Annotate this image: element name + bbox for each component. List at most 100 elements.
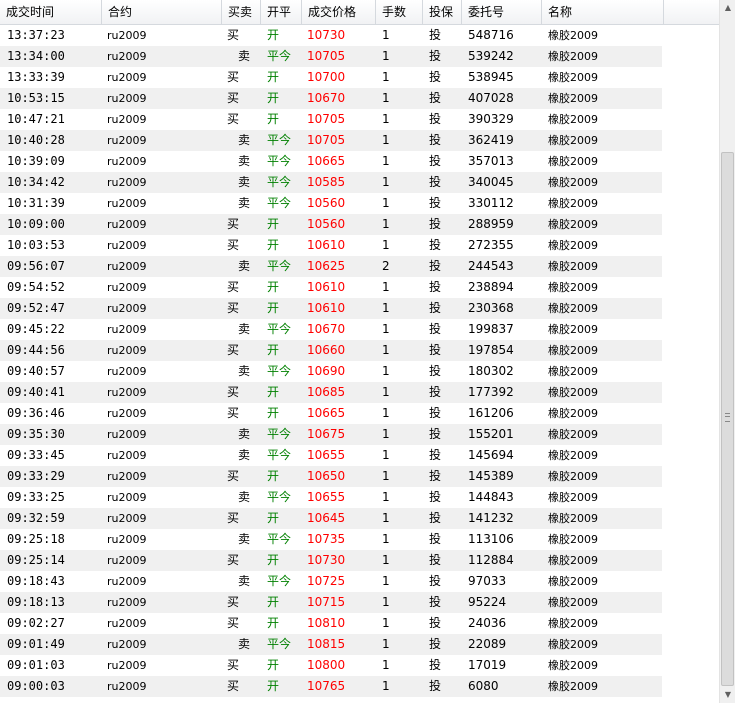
cell-time: 09:45:22: [7, 322, 65, 336]
scroll-up-arrow-icon[interactable]: ▲: [720, 0, 735, 16]
cell-side: 买: [227, 385, 240, 399]
cell-contract: ru2009: [107, 29, 147, 42]
table-row[interactable]: 13:37:23 ru2009 买 开 10730 1 投 548716 橡胶2009: [0, 25, 719, 46]
cell-name: 橡胶2009: [548, 260, 598, 273]
cell-side: 买: [227, 112, 240, 126]
cell-price: 10810: [307, 616, 346, 630]
cell-open-close: 平今: [267, 490, 292, 504]
cell-price: 10610: [307, 238, 346, 252]
table-row[interactable]: 09:01:03 ru2009 买 开 10800 1 投 17019 橡胶2009: [0, 655, 719, 676]
column-header-time[interactable]: 成交时间: [0, 0, 102, 24]
scroll-down-arrow-icon[interactable]: ▼: [720, 687, 735, 703]
cell-price: 10815: [307, 637, 346, 651]
cell-hedge: 投: [429, 511, 442, 525]
cell-name: 橡胶2009: [548, 533, 598, 546]
table-row[interactable]: 09:18:13 ru2009 买 开 10715 1 投 95224 橡胶2009: [0, 592, 719, 613]
cell-price: 10610: [307, 280, 346, 294]
table-row[interactable]: 09:25:14 ru2009 买 开 10730 1 投 112884 橡胶2009: [0, 550, 719, 571]
table-row[interactable]: 09:02:27 ru2009 买 开 10810 1 投 24036 橡胶2009: [0, 613, 719, 634]
cell-time: 09:32:59: [7, 511, 65, 525]
table-row[interactable]: 10:34:42 ru2009 卖 平今 10585 1 投 340045 橡胶2009: [0, 172, 719, 193]
cell-qty: 1: [382, 448, 390, 462]
column-header-contract[interactable]: 合约: [102, 0, 222, 24]
cell-open-close: 平今: [267, 49, 292, 63]
table-row[interactable]: 09:32:59 ru2009 买 开 10645 1 投 141232 橡胶2009: [0, 508, 719, 529]
table-row[interactable]: 09:44:56 ru2009 买 开 10660 1 投 197854 橡胶2009: [0, 340, 719, 361]
cell-order-no: 357013: [468, 154, 514, 168]
cell-name: 橡胶2009: [548, 134, 598, 147]
column-header-qty[interactable]: 手数: [376, 0, 423, 24]
table-row[interactable]: 09:40:57 ru2009 卖 平今 10690 1 投 180302 橡胶2009: [0, 361, 719, 382]
cell-time: 09:54:52: [7, 280, 65, 294]
cell-name: 橡胶2009: [548, 302, 598, 315]
cell-time: 10:39:09: [7, 154, 65, 168]
table-row[interactable]: 09:25:18 ru2009 卖 平今 10735 1 投 113106 橡胶2009: [0, 529, 719, 550]
cell-hedge: 投: [429, 637, 442, 651]
cell-qty: 1: [382, 28, 390, 42]
cell-hedge: 投: [429, 616, 442, 630]
column-header-price[interactable]: 成交价格: [302, 0, 376, 24]
cell-side: 卖: [238, 49, 251, 63]
cell-name: 橡胶2009: [548, 449, 598, 462]
table-row[interactable]: 09:00:03 ru2009 买 开 10765 1 投 6080 橡胶2009: [0, 676, 719, 697]
table-row[interactable]: 10:53:15 ru2009 买 开 10670 1 投 407028 橡胶2009: [0, 88, 719, 109]
cell-order-no: 155201: [468, 427, 514, 441]
table-row[interactable]: 10:39:09 ru2009 卖 平今 10665 1 投 357013 橡胶2009: [0, 151, 719, 172]
column-header-hedge[interactable]: 投保: [423, 0, 462, 24]
cell-contract: ru2009: [107, 92, 147, 105]
vertical-scrollbar[interactable]: ▲ ▼: [719, 0, 735, 703]
cell-name: 橡胶2009: [548, 386, 598, 399]
table-row[interactable]: 10:31:39 ru2009 卖 平今 10560 1 投 330112 橡胶2009: [0, 193, 719, 214]
table-row[interactable]: 09:33:45 ru2009 卖 平今 10655 1 投 145694 橡胶2009: [0, 445, 719, 466]
cell-contract: ru2009: [107, 428, 147, 441]
cell-price: 10730: [307, 28, 346, 42]
cell-hedge: 投: [429, 91, 442, 105]
cell-contract: ru2009: [107, 638, 147, 651]
column-header-side[interactable]: 买卖: [222, 0, 261, 24]
cell-order-no: 22089: [468, 637, 507, 651]
table-row[interactable]: 10:40:28 ru2009 卖 平今 10705 1 投 362419 橡胶2009: [0, 130, 719, 151]
cell-hedge: 投: [429, 469, 442, 483]
cell-price: 10670: [307, 91, 346, 105]
cell-name: 橡胶2009: [548, 176, 598, 189]
cell-price: 10705: [307, 49, 346, 63]
column-header-open-close[interactable]: 开平: [261, 0, 302, 24]
table-row[interactable]: 10:47:21 ru2009 买 开 10705 1 投 390329 橡胶2009: [0, 109, 719, 130]
cell-time: 09:02:27: [7, 616, 65, 630]
table-row[interactable]: 09:35:30 ru2009 卖 平今 10675 1 投 155201 橡胶2009: [0, 424, 719, 445]
cell-side: 卖: [238, 427, 251, 441]
column-header-order-no[interactable]: 委托号: [462, 0, 542, 24]
cell-qty: 1: [382, 196, 390, 210]
cell-order-no: 24036: [468, 616, 507, 630]
table-row[interactable]: 09:33:29 ru2009 买 开 10650 1 投 145389 橡胶2009: [0, 466, 719, 487]
scrollbar-thumb[interactable]: [721, 152, 734, 686]
cell-side: 卖: [238, 574, 251, 588]
table-row[interactable]: 09:40:41 ru2009 买 开 10685 1 投 177392 橡胶2009: [0, 382, 719, 403]
table-row[interactable]: 10:03:53 ru2009 买 开 10610 1 投 272355 橡胶2009: [0, 235, 719, 256]
table-row[interactable]: 13:33:39 ru2009 买 开 10700 1 投 538945 橡胶2009: [0, 67, 719, 88]
table-row[interactable]: 09:56:07 ru2009 卖 平今 10625 2 投 244543 橡胶2009: [0, 256, 719, 277]
column-header-name[interactable]: 名称: [542, 0, 664, 24]
cell-time: 13:34:00: [7, 49, 65, 63]
cell-hedge: 投: [429, 133, 442, 147]
cell-contract: ru2009: [107, 71, 147, 84]
table-row[interactable]: 13:34:00 ru2009 卖 平今 10705 1 投 539242 橡胶2009: [0, 46, 719, 67]
table-row[interactable]: 10:09:00 ru2009 买 开 10560 1 投 288959 橡胶2009: [0, 214, 719, 235]
cell-name: 橡胶2009: [548, 512, 598, 525]
cell-contract: ru2009: [107, 176, 147, 189]
table-row[interactable]: 09:18:43 ru2009 卖 平今 10725 1 投 97033 橡胶2009: [0, 571, 719, 592]
table-row[interactable]: 09:45:22 ru2009 卖 平今 10670 1 投 199837 橡胶2009: [0, 319, 719, 340]
table-row[interactable]: 09:01:49 ru2009 卖 平今 10815 1 投 22089 橡胶2009: [0, 634, 719, 655]
cell-name: 橡胶2009: [548, 428, 598, 441]
cell-price: 10655: [307, 448, 346, 462]
cell-order-no: 113106: [468, 532, 514, 546]
cell-order-no: 407028: [468, 91, 514, 105]
cell-hedge: 投: [429, 322, 442, 336]
table-row[interactable]: 09:33:25 ru2009 卖 平今 10655 1 投 144843 橡胶2009: [0, 487, 719, 508]
cell-name: 橡胶2009: [548, 659, 598, 672]
table-row[interactable]: 09:52:47 ru2009 买 开 10610 1 投 230368 橡胶2009: [0, 298, 719, 319]
cell-qty: 1: [382, 679, 390, 693]
cell-qty: 1: [382, 406, 390, 420]
table-row[interactable]: 09:54:52 ru2009 买 开 10610 1 投 238894 橡胶2009: [0, 277, 719, 298]
table-row[interactable]: 09:36:46 ru2009 买 开 10665 1 投 161206 橡胶2009: [0, 403, 719, 424]
